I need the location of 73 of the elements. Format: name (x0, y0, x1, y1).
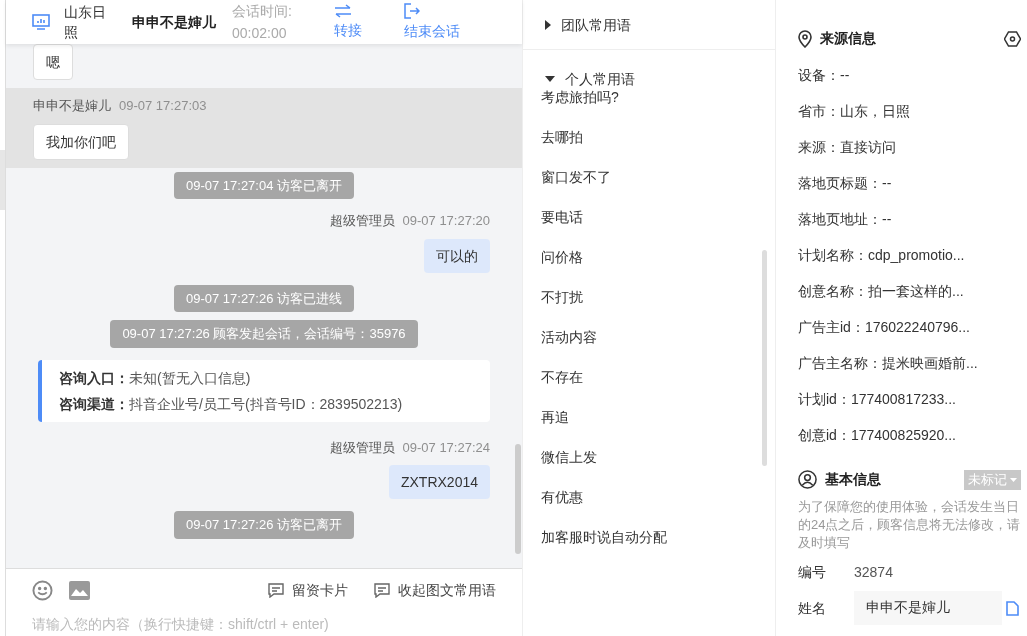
source-field: 落地页标题：-- (798, 173, 1021, 193)
phrase-item[interactable]: 活动内容 (523, 328, 597, 346)
info-label: 咨询渠道： (59, 394, 129, 414)
message-icon (268, 583, 284, 598)
message-bubble: ZXTRX2014 (388, 465, 490, 499)
section-title: 来源信息 (820, 29, 876, 48)
location-pin-icon (798, 29, 812, 48)
collapse-phrases-button[interactable]: 收起图文常用语 (374, 580, 496, 601)
phrase-item[interactable]: 微信上发 (523, 448, 597, 466)
user-circle-icon (798, 470, 817, 489)
phrase-item[interactable]: 要电话 (523, 208, 583, 226)
message-time: 09-07 17:27:24 (402, 438, 490, 457)
sender-name: 申申不是婶儿 (33, 97, 111, 115)
phrase-item[interactable]: 有优惠 (523, 488, 583, 506)
monitor-icon (32, 14, 50, 30)
emoji-icon[interactable] (32, 580, 53, 601)
system-notice: 09-07 17:27:26 访客已进线 (173, 284, 355, 312)
sender-name: 超级管理员 (329, 438, 395, 457)
system-notice: 09-07 17:27:04 访客已离开 (173, 171, 355, 199)
source-field: 设备：-- (798, 65, 1021, 85)
copy-icon[interactable] (1006, 600, 1019, 616)
phrase-item[interactable]: 窗口发不了 (523, 168, 611, 186)
field-label: 编号 (798, 563, 827, 582)
source-field: 创意id：177400825920... (798, 425, 1021, 445)
sender-name: 超级管理员 (329, 212, 395, 230)
duration-label: 会话时间: (232, 2, 292, 21)
source-field: 计划id：177400817233... (798, 389, 1021, 409)
phrase-group-toggle[interactable]: 个人常用语 (523, 70, 635, 88)
phrase-item[interactable]: 加客服时说自动分配 (523, 528, 667, 546)
phrase-item[interactable]: 考虑旅拍吗? (523, 88, 619, 106)
source-field: 计划名称：cdp_promotio... (798, 245, 1021, 265)
message-icon (374, 583, 390, 598)
visitor-name: 申申不是婶儿 (132, 14, 216, 30)
message-time: 09-07 17:27:20 (402, 212, 490, 230)
message-bubble: 可以的 (424, 238, 490, 273)
swap-icon (333, 3, 352, 18)
system-notice: 09-07 17:27:26 顾客发起会话，会话编号：35976 (110, 320, 418, 348)
caret-right-icon (545, 19, 551, 30)
info-value: 抖音企业号/员工号(抖音号ID：2839502213) (129, 394, 403, 414)
lead-card-button[interactable]: 留资卡片 (268, 580, 348, 601)
duration-value: 00:02:00 (232, 24, 288, 43)
phrase-item[interactable]: 再追 (523, 408, 569, 426)
phrase-item[interactable]: 去哪拍 (523, 128, 583, 146)
phrase-group-toggle[interactable]: 团队常用语 (523, 15, 775, 34)
phrase-item[interactable]: 不打扰 (523, 288, 583, 306)
system-notice: 09-07 17:27:26 访客已离开 (173, 511, 355, 539)
message-bubble: 我加你们吧 (33, 123, 129, 160)
source-field: 广告主名称：提米映画婚前... (798, 353, 1021, 373)
caret-down-icon (545, 76, 555, 82)
hexagon-settings-icon[interactable] (1004, 30, 1021, 47)
message-bubble: 嗯 (33, 44, 73, 80)
source-field: 创意名称：拍一套这样的... (798, 281, 1021, 301)
caret-down-icon (1010, 477, 1017, 482)
exit-icon (403, 2, 420, 19)
scrollbar[interactable] (762, 250, 767, 466)
source-field: 落地页地址：-- (798, 209, 1021, 229)
phrase-item[interactable]: 不存在 (523, 368, 583, 386)
info-value: 未知(暂无入口信息) (129, 368, 251, 388)
image-icon[interactable] (69, 581, 90, 600)
source-field: 省市：山东，日照 (798, 101, 1021, 121)
message-input[interactable]: 请输入您的内容（换行快捷键：shift/ctrl + enter) (6, 612, 522, 636)
visitor-location: 山东日照 (64, 3, 107, 42)
source-field: 广告主id：176022240796... (798, 317, 1021, 337)
name-field[interactable]: 申申不是婶儿 (854, 591, 1002, 625)
info-label: 咨询入口： (59, 368, 129, 388)
field-value: 32874 (854, 563, 893, 582)
field-label: 姓名 (798, 598, 827, 618)
scrollbar[interactable] (515, 444, 521, 554)
section-title: 基本信息 (825, 470, 881, 489)
source-field: 来源：直接访问 (798, 137, 1021, 157)
message-time: 09-07 17:27:03 (119, 97, 207, 115)
phrase-item[interactable]: 问价格 (523, 248, 583, 266)
notice-text: 为了保障您的使用体验，会话发生当日的24点之后，顾客信息将无法修改，请及时填写 (798, 498, 1021, 552)
